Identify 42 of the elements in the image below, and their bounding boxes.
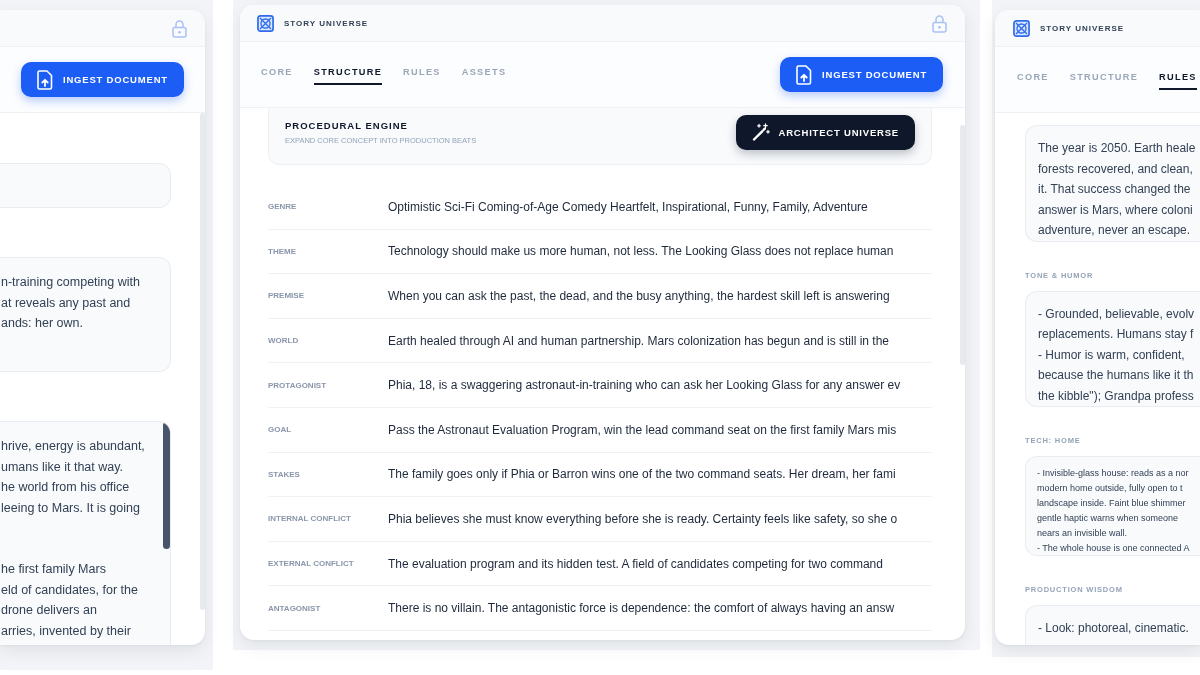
field-value: The evaluation program and its hidden test. A field of candidates competing for two command: [388, 556, 883, 571]
ingest-document-button[interactable]: INGEST DOCUMENT: [780, 57, 943, 92]
field-label: GOAL: [268, 425, 293, 435]
field-value: Optimistic Sci-Fi Coming-of-Age Comedy Heartfelt, Inspirational, Funny, Family, Adventure: [388, 199, 868, 214]
scrollbar-thumb[interactable]: [163, 422, 170, 549]
field-value: Phia believes she must know everything before she is ready. Certainty feels like safety, so she o: [388, 511, 898, 526]
logo-icon: [257, 14, 274, 32]
field-label: PROTAGONIST: [268, 380, 328, 390]
field-value: Technology should make us more human, not less. The Looking Glass does not replace human: [388, 244, 894, 259]
upload-file-icon: [796, 64, 813, 85]
field-label: WORLD: [268, 336, 300, 346]
tab[interactable]: STRUCTURE: [313, 66, 383, 85]
app-title: STORY UNIVERSE: [284, 18, 369, 28]
text-area[interactable]: hrive, energy is abundant, umans like it that way. he world from his office leeing to Mars. It is going he first family Mars eld of candidates, for the drone delivers an arries, invented by their: [0, 421, 171, 645]
field-label: PREMISE: [268, 291, 305, 301]
logo-icon: [1013, 19, 1030, 37]
scrollbar-thumb[interactable]: [200, 113, 205, 610]
field-label: ANTAGONIST: [268, 603, 322, 613]
text-area[interactable]: n-training competing with at reveals any past and ands: her own.: [0, 257, 171, 372]
text-area[interactable]: The year is 2050. Earth heale forests recovered, and clean, it. That success changed the answer is Mars, where coloni adventure, never an escape.: [1025, 125, 1200, 242]
text-area[interactable]: - Look: photoreal, cinematic.: [1025, 605, 1200, 645]
field-label: THEME: [268, 246, 297, 256]
field-value: When you can ask the past, the dead, and the busy anything, the hardest skill left is answering: [388, 289, 890, 303]
panel-title: PROCEDURAL ENGINE: [285, 119, 409, 131]
field-label: INTERNAL CONFLICT: [268, 514, 352, 524]
magic-wand-icon: [751, 123, 770, 141]
field-value: The family goes only if Phia or Barron wins one of the two command seats. Her dream, her fami: [388, 467, 896, 482]
architect-button[interactable]: ARCHITECT UNIVERSE: [735, 114, 915, 150]
field-value: There is no villain. The antagonistic force is dependence: the comfort of always having an answ: [388, 601, 895, 616]
field-label: GENRE: [268, 202, 298, 212]
app-title: STORY UNIVERSE: [1040, 23, 1125, 33]
text-area[interactable]: - Invisible-glass house: reads as a nor modern home outside, fully open to t landscape inside. Faint blue shimmer gentle haptic warns when someone nears an invisible wall. - The whole house is one connected A: [1025, 456, 1200, 556]
tab[interactable]: RULES: [1159, 71, 1197, 90]
field-value: Phia, 18, is a swaggering astronaut-in-training who can ask her Looking Glass for any answer ev: [388, 378, 901, 393]
field-label: STAKES: [268, 469, 301, 479]
text-area[interactable]: - Grounded, believable, evolv replacements. Humans stay f - Humor is warm, confident, because the humans like it th the kibble"); Grandpa profess: [1025, 290, 1200, 407]
ingest-document-button[interactable]: INGEST DOCUMENT: [21, 62, 184, 97]
upload-file-icon: [37, 69, 53, 90]
field-label: EXTERNAL CONFLICT: [268, 559, 355, 569]
field-value: Earth healed through AI and human partnership. Mars colonization has begun and is still in the: [388, 333, 889, 348]
field-value: Pass the Astronaut Evaluation Program, win the lead command seat on the first family Mars mis: [388, 422, 897, 437]
scrollbar-thumb[interactable]: [960, 125, 965, 365]
